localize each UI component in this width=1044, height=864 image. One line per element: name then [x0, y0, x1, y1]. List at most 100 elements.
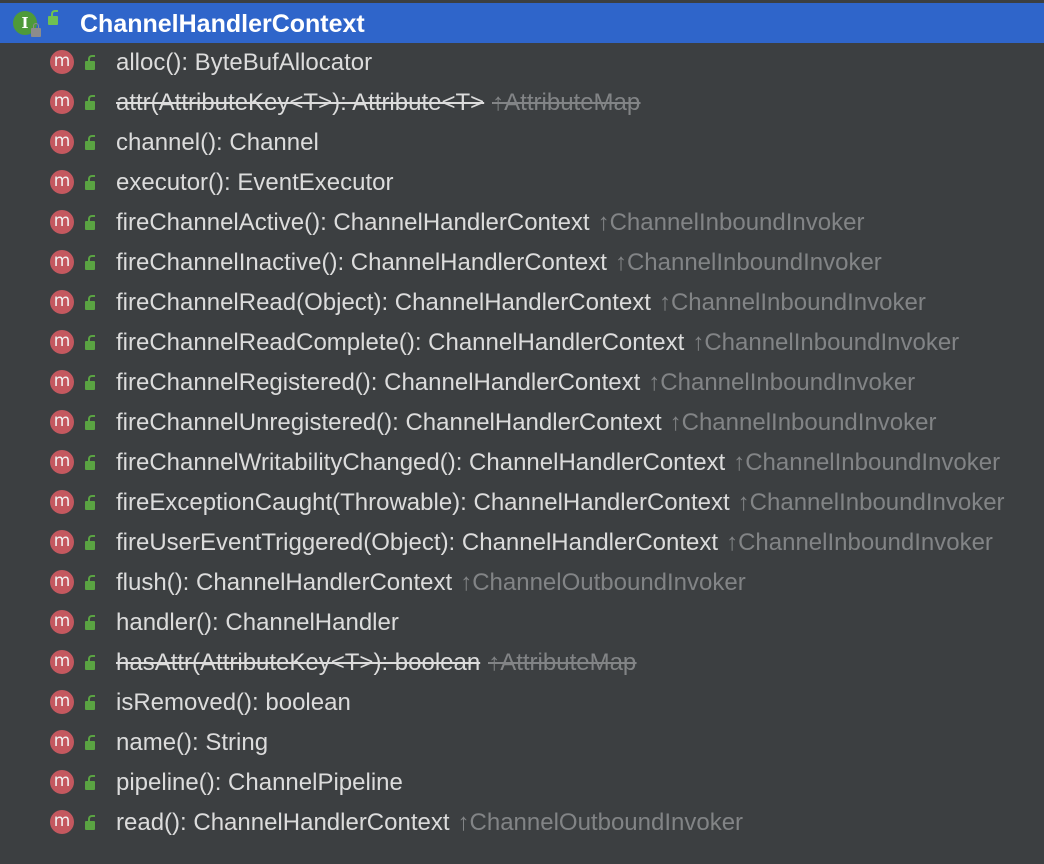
method-signature-container: name(): String: [116, 729, 268, 757]
method-signature: fireChannelRead(Object): ChannelHandlerC…: [116, 289, 651, 316]
method-row[interactable]: m alloc(): ByteBufAllocator: [0, 43, 1044, 83]
method-signature: pipeline(): ChannelPipeline: [116, 769, 403, 796]
method-row[interactable]: m isRemoved(): boolean: [0, 683, 1044, 723]
public-lock-icon: [85, 335, 95, 350]
method-signature: read(): ChannelHandlerContext: [116, 809, 450, 836]
method-row[interactable]: m name(): String: [0, 723, 1044, 763]
method-row[interactable]: m fireChannelRegistered(): ChannelHandler…: [0, 363, 1044, 403]
method-signature-container: fireUserEventTriggered(Object): ChannelH…: [116, 529, 993, 557]
method-signature: fireChannelActive(): ChannelHandlerConte…: [116, 209, 590, 236]
method-icon: m: [50, 810, 74, 834]
method-icon: m: [50, 290, 74, 314]
method-list: m alloc(): ByteBufAllocator m attr(Attribut…: [0, 43, 1044, 843]
method-signature-container: fireChannelReadComplete(): ChannelHandle…: [116, 329, 959, 357]
node-title: ChannelHandlerContext: [80, 10, 365, 38]
method-signature-container: fireChannelRegistered(): ChannelHandlerC…: [116, 369, 915, 397]
method-signature: fireChannelRegistered(): ChannelHandlerC…: [116, 369, 641, 396]
method-row[interactable]: m fireChannelWritabilityChanged(): Channe…: [0, 443, 1044, 483]
method-icon: m: [50, 50, 74, 74]
public-lock-icon: [85, 775, 95, 790]
method-signature: handler(): ChannelHandler: [116, 609, 399, 636]
method-row[interactable]: m fireChannelUnregistered(): ChannelHandl…: [0, 403, 1044, 443]
method-row[interactable]: m fireUserEventTriggered(Object): Channel…: [0, 523, 1044, 563]
method-signature-container: handler(): ChannelHandler: [116, 609, 399, 637]
inherited-from-label: ↑ChannelInboundInvoker: [658, 289, 926, 316]
tree-node-channel-handler-context[interactable]: I ChannelHandlerContext: [0, 3, 1044, 43]
method-icon: m: [50, 250, 74, 274]
method-icon: m: [50, 170, 74, 194]
method-row[interactable]: m channel(): Channel: [0, 123, 1044, 163]
inherited-from-label: ↑AttributeMap: [492, 89, 641, 116]
method-signature: fireUserEventTriggered(Object): ChannelH…: [116, 529, 719, 556]
public-lock-icon: [85, 135, 95, 150]
method-row[interactable]: m fireChannelRead(Object): ChannelHandler…: [0, 283, 1044, 323]
method-icon: m: [50, 130, 74, 154]
method-row[interactable]: m fireChannelInactive(): ChannelHandlerCo…: [0, 243, 1044, 283]
method-signature: fireExceptionCaught(Throwable): ChannelH…: [116, 489, 730, 516]
interface-icon-letter: I: [21, 14, 29, 32]
public-lock-icon: [85, 655, 95, 670]
method-signature-container: fireChannelInactive(): ChannelHandlerCon…: [116, 249, 882, 277]
method-row[interactable]: m fireChannelActive(): ChannelHandlerCont…: [0, 203, 1044, 243]
inherited-from-label: ↑ChannelInboundInvoker: [648, 369, 916, 396]
inherited-from-label: ↑ChannelOutboundInvoker: [460, 569, 746, 596]
method-icon: m: [50, 90, 74, 114]
method-signature-container: fireExceptionCaught(Throwable): ChannelH…: [116, 489, 1005, 517]
inherited-from-label: ↑ChannelInboundInvoker: [737, 489, 1005, 516]
method-signature-container: isRemoved(): boolean: [116, 689, 351, 717]
method-signature: fireChannelReadComplete(): ChannelHandle…: [116, 329, 685, 356]
method-signature-container: channel(): Channel: [116, 129, 319, 157]
method-signature-container: flush(): ChannelHandlerContext ↑ChannelOu…: [116, 569, 746, 597]
public-lock-icon: [85, 215, 95, 230]
public-lock-icon: [85, 735, 95, 750]
method-signature: flush(): ChannelHandlerContext: [116, 569, 453, 596]
method-signature-container: attr(AttributeKey<T>): Attribute<T> ↑Attr…: [116, 89, 640, 117]
public-lock-icon: [85, 255, 95, 270]
method-signature: hasAttr(AttributeKey<T>): boolean: [116, 649, 481, 676]
method-signature: channel(): Channel: [116, 129, 319, 156]
public-lock-icon: [85, 815, 95, 830]
public-lock-icon: [85, 615, 95, 630]
inherited-from-label: ↑ChannelInboundInvoker: [597, 209, 865, 236]
public-lock-icon: [48, 10, 58, 25]
inherited-from-label: ↑ChannelInboundInvoker: [733, 449, 1001, 476]
method-icon: m: [50, 650, 74, 674]
method-row[interactable]: m attr(AttributeKey<T>): Attribute<T> ↑Att…: [0, 83, 1044, 123]
method-signature-container: pipeline(): ChannelPipeline: [116, 769, 403, 797]
method-signature: executor(): EventExecutor: [116, 169, 394, 196]
method-signature: fireChannelInactive(): ChannelHandlerCon…: [116, 249, 607, 276]
method-row[interactable]: m fireExceptionCaught(Throwable): Channel…: [0, 483, 1044, 523]
public-lock-icon: [85, 535, 95, 550]
method-row[interactable]: m read(): ChannelHandlerContext ↑ChannelOu…: [0, 803, 1044, 843]
method-signature: attr(AttributeKey<T>): Attribute<T>: [116, 89, 485, 116]
public-lock-icon: [85, 375, 95, 390]
method-row[interactable]: m pipeline(): ChannelPipeline: [0, 763, 1044, 803]
method-icon: m: [50, 610, 74, 634]
method-row[interactable]: m fireChannelReadComplete(): ChannelHandl…: [0, 323, 1044, 363]
inherited-from-label: ↑ChannelInboundInvoker: [614, 249, 882, 276]
lock-icon: [31, 23, 41, 37]
method-signature-container: read(): ChannelHandlerContext ↑ChannelOut…: [116, 809, 743, 837]
method-signature-container: alloc(): ByteBufAllocator: [116, 49, 372, 77]
method-row[interactable]: m flush(): ChannelHandlerContext ↑ChannelO…: [0, 563, 1044, 603]
public-lock-icon: [85, 175, 95, 190]
structure-popup: I ChannelHandlerContext m alloc(): ByteBu…: [0, 0, 1044, 864]
public-lock-icon: [85, 55, 95, 70]
method-signature-container: hasAttr(AttributeKey<T>): boolean ↑Attrib…: [116, 649, 636, 677]
method-icon: m: [50, 490, 74, 514]
method-row[interactable]: m executor(): EventExecutor: [0, 163, 1044, 203]
method-signature: isRemoved(): boolean: [116, 689, 351, 716]
public-lock-icon: [85, 695, 95, 710]
method-icon: m: [50, 770, 74, 794]
method-icon: m: [50, 530, 74, 554]
inherited-from-label: ↑AttributeMap: [488, 649, 637, 676]
method-signature-container: fireChannelUnregistered(): ChannelHandle…: [116, 409, 936, 437]
method-icon: m: [50, 570, 74, 594]
method-icon: m: [50, 450, 74, 474]
method-row[interactable]: m hasAttr(AttributeKey<T>): boolean ↑Attri…: [0, 643, 1044, 683]
inherited-from-label: ↑ChannelOutboundInvoker: [457, 809, 744, 836]
public-lock-icon: [85, 95, 95, 110]
method-icon: m: [50, 210, 74, 234]
method-row[interactable]: m handler(): ChannelHandler: [0, 603, 1044, 643]
method-icon: m: [50, 730, 74, 754]
